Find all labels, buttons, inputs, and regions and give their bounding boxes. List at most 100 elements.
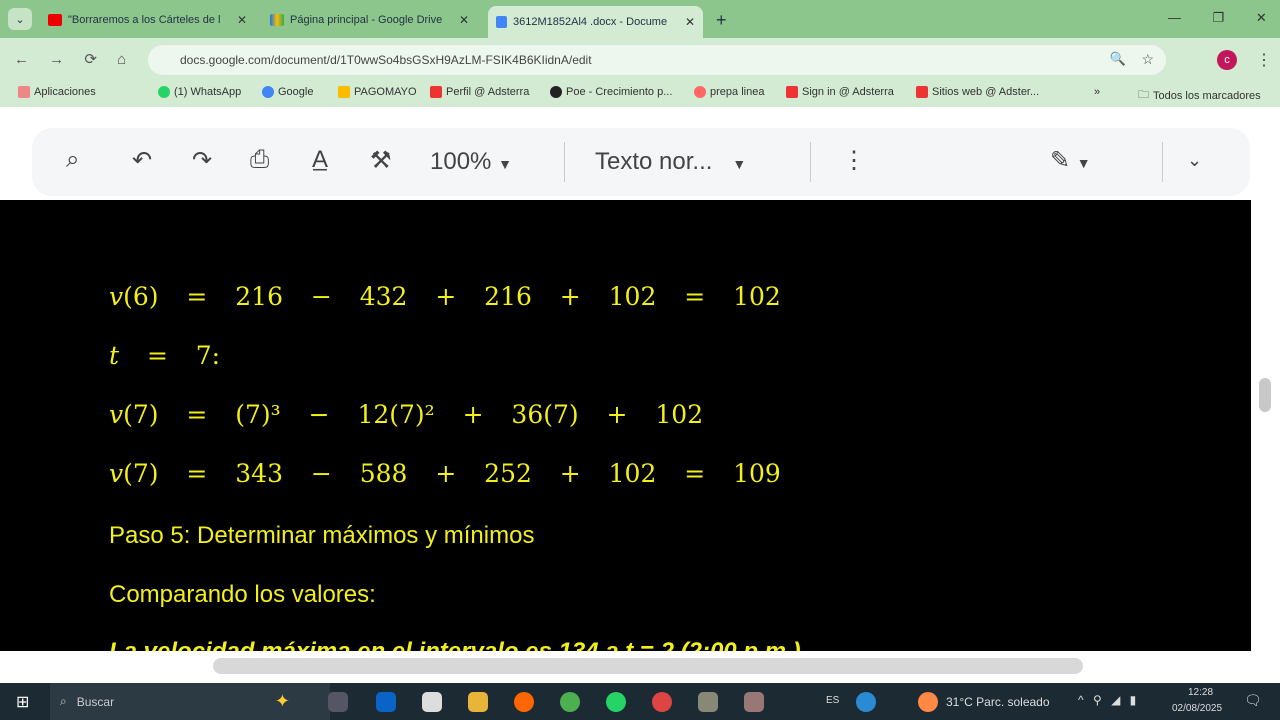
- bookmark[interactable]: prepa linea: [694, 86, 764, 98]
- bookmark-label: Google: [278, 86, 314, 98]
- divider: [564, 142, 565, 182]
- new-tab-button[interactable]: +: [708, 6, 735, 34]
- help-icon[interactable]: [856, 692, 876, 712]
- tray-icons[interactable]: ^ ⚲ ◢ ▮: [1078, 693, 1136, 707]
- drive-icon: [270, 14, 284, 26]
- youtube-icon: [48, 14, 62, 26]
- menu-icon[interactable]: ⋮: [1256, 50, 1272, 70]
- folder-icon: 🗀: [1138, 89, 1149, 101]
- tab-docs[interactable]: 3612M1852Al4 .docx - Docume ✕: [488, 6, 703, 38]
- equation-line: v(7) = 343 − 588 + 252 + 102 = 109: [109, 459, 781, 488]
- redo-icon[interactable]: ↷: [192, 146, 212, 175]
- max-velocity-text: La velocidad máxima en el intervalo es 1…: [109, 638, 801, 651]
- google-icon: [262, 86, 274, 98]
- print-icon[interactable]: ⎙: [250, 146, 269, 174]
- bookmark-label: (1) WhatsApp: [174, 86, 242, 98]
- step-heading: Paso 5: Determinar máximos y mínimos: [109, 522, 535, 549]
- url-input[interactable]: docs.google.com/document/d/1T0wwSo4bsGSx…: [148, 45, 1166, 75]
- more-bookmarks-icon[interactable]: »: [1094, 86, 1100, 98]
- close-icon[interactable]: ✕: [459, 13, 469, 27]
- bookmark[interactable]: Aplicaciones: [18, 86, 96, 98]
- bookmark-label: Aplicaciones: [34, 86, 96, 98]
- vertical-scrollbar[interactable]: [1259, 378, 1271, 412]
- copilot-sparkle-icon: ✦: [274, 691, 290, 711]
- collapse-toolbar-icon[interactable]: ⌄: [1187, 150, 1202, 171]
- tab-title: 3612M1852Al4 .docx - Docume: [513, 16, 668, 28]
- tab-title: Página principal - Google Drive: [290, 14, 443, 26]
- clock-date[interactable]: 02/08/2025: [1172, 703, 1222, 714]
- whatsapp-icon[interactable]: [606, 692, 626, 712]
- horizontal-scrollbar[interactable]: [213, 658, 1083, 674]
- clock-time[interactable]: 12:28: [1188, 687, 1213, 698]
- pagomayo-icon: [338, 86, 350, 98]
- search-label: Buscar: [76, 694, 115, 709]
- bookmark-label: Perfil @ Adsterra: [446, 86, 530, 98]
- bookmark-label: Poe - Crecimiento p...: [566, 86, 673, 98]
- adsterra-icon: [430, 86, 442, 98]
- equation-line: t = 7:: [109, 341, 221, 370]
- tab-title: "Borraremos a los Cárteles de l: [68, 14, 221, 26]
- bookmark[interactable]: Sitios web @ Adster...: [916, 86, 1039, 98]
- notifications-icon[interactable]: 🗨: [1244, 692, 1262, 709]
- profile-avatar[interactable]: c: [1217, 50, 1237, 70]
- bookmark[interactable]: Perfil @ Adsterra: [430, 86, 529, 98]
- prepa-icon: [694, 86, 706, 98]
- docs-icon: [496, 16, 507, 28]
- url-text: docs.google.com/document/d/1T0wwSo4bsGSx…: [180, 53, 592, 67]
- bookmark-label: Sitios web @ Adster...: [932, 86, 1040, 98]
- taskbar-search[interactable]: ⌕ Buscar ✦: [50, 683, 330, 720]
- editing-mode-icon[interactable]: ✎ ▼: [1050, 146, 1091, 175]
- tab-drive[interactable]: Página principal - Google Drive ✕: [262, 6, 477, 34]
- language-indicator[interactable]: ES: [826, 695, 839, 706]
- chrome-icon[interactable]: [560, 692, 580, 712]
- tab-strip: ⌄ "Borraremos a los Cárteles de l ✕ Págin…: [0, 0, 1280, 38]
- bookmark[interactable]: Google: [262, 86, 313, 98]
- task-view-icon[interactable]: [328, 692, 348, 712]
- search-icon[interactable]: ⌕: [66, 146, 79, 174]
- compare-text: Comparando los valores:: [109, 581, 376, 608]
- file-explorer-icon[interactable]: [468, 692, 488, 712]
- bookmark[interactable]: PAGOMAYO: [338, 86, 417, 98]
- adsterra-icon: [786, 86, 798, 98]
- zoom-value: 100%: [430, 148, 492, 175]
- bookmark-star-icon[interactable]: ☆: [1141, 51, 1154, 68]
- app-icon[interactable]: [744, 692, 764, 712]
- apps-icon: [18, 86, 30, 98]
- tab-youtube[interactable]: "Borraremos a los Cárteles de l ✕: [40, 6, 255, 34]
- poe-icon: [550, 86, 562, 98]
- chrome-profile-icon[interactable]: [652, 692, 672, 712]
- windows-start-icon[interactable]: ⊞: [16, 692, 29, 712]
- close-icon[interactable]: ✕: [237, 13, 247, 27]
- style-value: Texto nor...: [595, 148, 713, 175]
- firefox-icon[interactable]: [514, 692, 534, 712]
- paint-format-icon[interactable]: ⚒: [370, 146, 392, 175]
- weather-text[interactable]: 31°C Parc. soleado: [946, 695, 1050, 709]
- adsterra-icon: [916, 86, 928, 98]
- bookmark[interactable]: Poe - Crecimiento p...: [550, 86, 672, 98]
- search-icon: ⌕: [60, 694, 67, 708]
- bookmark-label: prepa linea: [710, 86, 765, 98]
- bookmark[interactable]: Sign in @ Adsterra: [786, 86, 894, 98]
- undo-icon[interactable]: ↶: [132, 146, 152, 175]
- store-icon[interactable]: [422, 692, 442, 712]
- style-select[interactable]: Texto nor... ▼: [595, 148, 746, 176]
- equation-line: v(7) = (7)³ − 12(7)² + 36(7) + 102: [109, 400, 704, 429]
- all-bookmarks[interactable]: 🗀 Todos los marcadores: [1138, 86, 1261, 105]
- docs-toolbar: ⌕ ↶ ↷ ⎙ A̲ ⚒ 100% ▼ Texto nor... ▼ ⋮ ✎ ▼…: [32, 128, 1250, 196]
- window-controls[interactable]: — ❐ ✕: [1168, 10, 1267, 26]
- document-page[interactable]: v(6) = 216 − 432 + 216 + 102 = 102 t = 7…: [0, 200, 1251, 651]
- more-icon[interactable]: ⋮: [842, 146, 866, 175]
- taskbar: ⊞ ⌕ Buscar ✦ ES 31°C Parc. soleado ^ ⚲ ◢ ▮…: [0, 683, 1280, 720]
- bookmark[interactable]: (1) WhatsApp: [158, 86, 241, 98]
- outlook-icon[interactable]: [376, 692, 396, 712]
- tab-search-button[interactable]: ⌄: [8, 8, 32, 30]
- zoom-select[interactable]: 100% ▼: [430, 148, 512, 176]
- app-icon[interactable]: [698, 692, 718, 712]
- bookmark-label: Sign in @ Adsterra: [802, 86, 894, 98]
- zoom-icon[interactable]: 🔍: [1110, 51, 1126, 67]
- close-icon[interactable]: ✕: [685, 15, 695, 29]
- bookmark-label: PAGOMAYO: [354, 86, 417, 98]
- equation-line: v(6) = 216 − 432 + 216 + 102 = 102: [109, 282, 781, 311]
- nav-buttons[interactable]: ← → ⟳ ⌂: [14, 50, 126, 68]
- spellcheck-icon[interactable]: A̲: [312, 146, 328, 174]
